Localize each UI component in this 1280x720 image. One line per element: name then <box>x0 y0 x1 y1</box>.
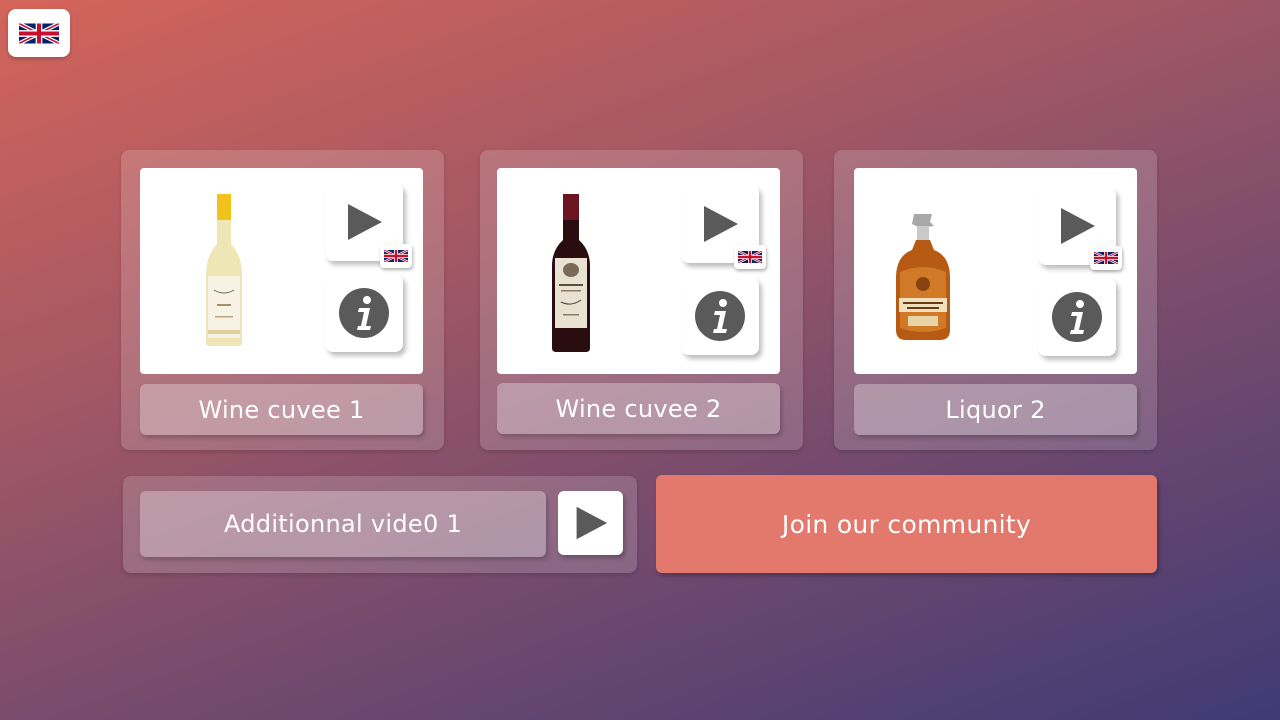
additional-video-card: Additionnal vide0 1 <box>123 476 637 573</box>
uk-flag-icon <box>19 20 59 47</box>
product-name-button[interactable]: Wine cuvee 1 <box>140 384 423 435</box>
product-card-1: Wine cuvee 1 <box>121 150 444 450</box>
info-icon <box>695 291 745 341</box>
product-image-panel <box>854 168 1137 374</box>
product-card-3: Liquor 2 <box>834 150 1157 450</box>
play-icon <box>348 204 382 240</box>
product-name-button[interactable]: Wine cuvee 2 <box>497 383 780 434</box>
product-name-button[interactable]: Liquor 2 <box>854 384 1137 435</box>
play-icon <box>704 206 738 242</box>
uk-flag-icon <box>1094 251 1118 265</box>
video-language-badge <box>380 244 412 268</box>
additional-video-play-button[interactable] <box>558 491 623 555</box>
product-image-panel <box>497 168 780 374</box>
play-icon <box>576 506 607 540</box>
uk-flag-icon <box>384 249 408 263</box>
red-wine-bottle <box>552 194 590 352</box>
info-button[interactable] <box>681 277 759 355</box>
join-community-button[interactable]: Join our community <box>656 475 1157 573</box>
product-image-panel <box>140 168 423 374</box>
video-language-badge <box>1090 246 1122 270</box>
info-button[interactable] <box>325 274 403 352</box>
white-wine-bottle <box>206 194 242 346</box>
info-button[interactable] <box>1038 278 1116 356</box>
info-icon <box>339 288 389 338</box>
info-icon <box>1052 292 1102 342</box>
product-card-2: Wine cuvee 2 <box>480 150 803 450</box>
play-icon <box>1061 208 1095 244</box>
language-button[interactable] <box>8 9 70 57</box>
uk-flag-icon <box>738 250 762 264</box>
video-language-badge <box>734 245 766 269</box>
additional-video-label[interactable]: Additionnal vide0 1 <box>140 491 546 557</box>
liquor-bottle <box>896 214 950 340</box>
